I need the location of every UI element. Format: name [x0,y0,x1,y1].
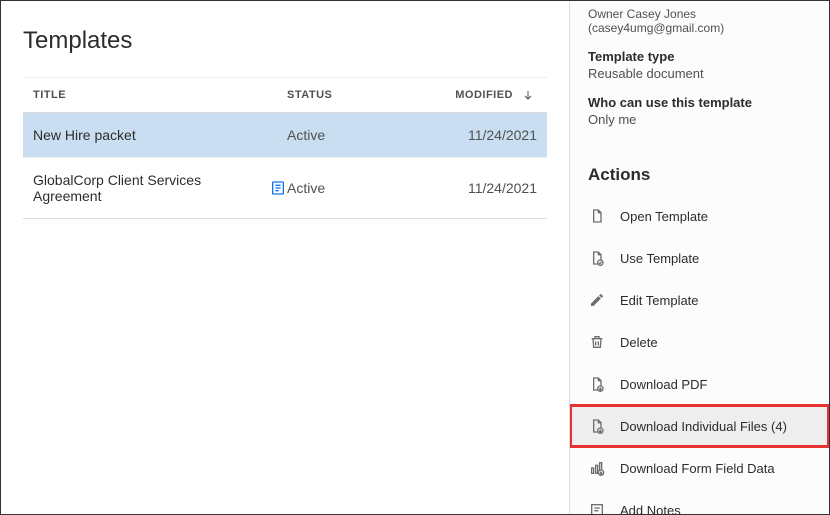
row-title-cell: New Hire packet [33,127,287,143]
form-document-icon [270,179,287,197]
action-delete[interactable]: Delete [570,321,829,363]
action-edit-template[interactable]: Edit Template [570,279,829,321]
template-type-value: Reusable document [588,66,811,81]
table-body: New Hire packet Active 11/24/2021 Global… [23,113,547,219]
file-action-icon [588,249,606,267]
col-header-title[interactable]: TITLE [33,89,287,101]
action-label: Add Notes [620,503,681,515]
page-title: Templates [23,27,547,55]
action-add-notes[interactable]: Add Notes [570,489,829,514]
action-label: Download PDF [620,377,707,392]
action-label: Download Form Field Data [620,461,775,476]
pencil-icon [588,291,606,309]
template-use-label: Who can use this template [588,95,811,110]
row-title-cell: GlobalCorp Client Services Agreement [33,172,287,204]
col-header-modified[interactable]: MODIFIED [427,86,537,104]
note-icon [588,501,606,514]
template-title: New Hire packet [33,127,136,143]
row-status: Active [287,127,427,143]
action-label: Open Template [620,209,708,224]
main-area: Templates TITLE STATUS MODIFIED New Hire… [1,1,569,514]
app-frame: Templates TITLE STATUS MODIFIED New Hire… [0,0,830,515]
action-download-pdf[interactable]: Download PDF [570,363,829,405]
col-header-status[interactable]: STATUS [287,89,427,101]
action-label: Download Individual Files (4) [620,419,787,434]
template-use-value: Only me [588,112,811,127]
template-type-label: Template type [588,49,811,64]
details-block: Owner Casey Jones (casey4umg@gmail.com) … [570,7,829,147]
action-label: Delete [620,335,658,350]
action-label: Use Template [620,251,699,266]
table-row[interactable]: New Hire packet Active 11/24/2021 [23,113,547,158]
download-file-icon [588,417,606,435]
side-panel: Owner Casey Jones (casey4umg@gmail.com) … [569,1,829,514]
template-title: GlobalCorp Client Services Agreement [33,172,262,204]
action-download-individual-files[interactable]: Download Individual Files (4) [570,405,829,447]
chart-icon [588,459,606,477]
actions-title: Actions [570,165,829,195]
action-label: Edit Template [620,293,699,308]
owner-line: Owner Casey Jones (casey4umg@gmail.com) [588,7,811,35]
file-icon [588,207,606,225]
row-modified: 11/24/2021 [427,127,537,143]
col-header-modified-label: MODIFIED [455,89,513,101]
action-list: Open Template Use Template Edit Template… [570,195,829,514]
trash-icon [588,333,606,351]
action-open-template[interactable]: Open Template [570,195,829,237]
row-modified: 11/24/2021 [427,180,537,196]
table-row[interactable]: GlobalCorp Client Services Agreement Act… [23,158,547,218]
action-use-template[interactable]: Use Template [570,237,829,279]
action-download-form-field-data[interactable]: Download Form Field Data [570,447,829,489]
table-header: TITLE STATUS MODIFIED [23,77,547,113]
row-status: Active [287,180,427,196]
sort-descending-icon [519,86,537,104]
download-file-icon [588,375,606,393]
